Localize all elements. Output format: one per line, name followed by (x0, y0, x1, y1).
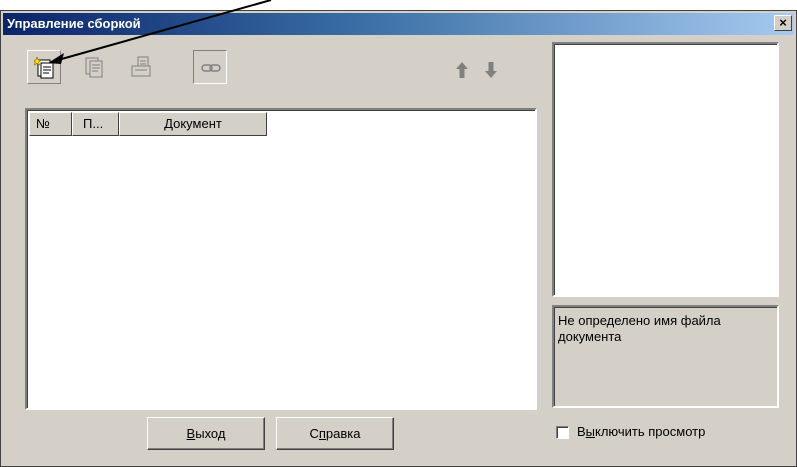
disable-preview-accel: ы (585, 424, 596, 439)
disable-preview-label-rest: ключить просмотр (595, 424, 706, 439)
column-header-document[interactable]: Документ (119, 112, 267, 136)
disable-preview-label-start: В (577, 424, 586, 439)
file-info-text: Не определено имя файла документа (552, 305, 779, 408)
window-title: Управление сборкой (7, 16, 141, 31)
copy-document-icon (85, 57, 103, 78)
title-bar: Управление сборкой × (3, 13, 794, 35)
disable-preview-checkbox[interactable] (556, 426, 569, 439)
arrow-up-icon (456, 62, 468, 78)
help-label-rest: равка (325, 426, 361, 441)
document-list[interactable]: № П... Документ (25, 108, 537, 410)
exit-label: ыход (195, 426, 226, 441)
arrow-down-icon (485, 62, 497, 78)
replace-document-icon (131, 56, 151, 77)
move-down-button[interactable] (478, 55, 504, 87)
disable-preview-label[interactable]: Выключить просмотр (577, 424, 705, 439)
close-button[interactable]: × (774, 15, 792, 31)
copy-document-button[interactable] (78, 50, 112, 84)
link-button[interactable] (193, 50, 227, 84)
link-icon (201, 64, 221, 72)
document-preview (552, 42, 779, 297)
column-header-number[interactable]: № (29, 112, 72, 136)
replace-document-button[interactable] (124, 50, 158, 84)
help-label-start: С (309, 426, 319, 441)
column-header-p[interactable]: П... (72, 112, 119, 136)
help-accel: п (318, 426, 326, 441)
exit-accel: В (186, 426, 196, 441)
add-document-icon (34, 57, 54, 79)
help-button[interactable]: Справка (276, 417, 394, 450)
add-document-button[interactable] (27, 50, 61, 84)
exit-button[interactable]: Выход (147, 417, 265, 450)
move-up-button[interactable] (449, 55, 475, 87)
